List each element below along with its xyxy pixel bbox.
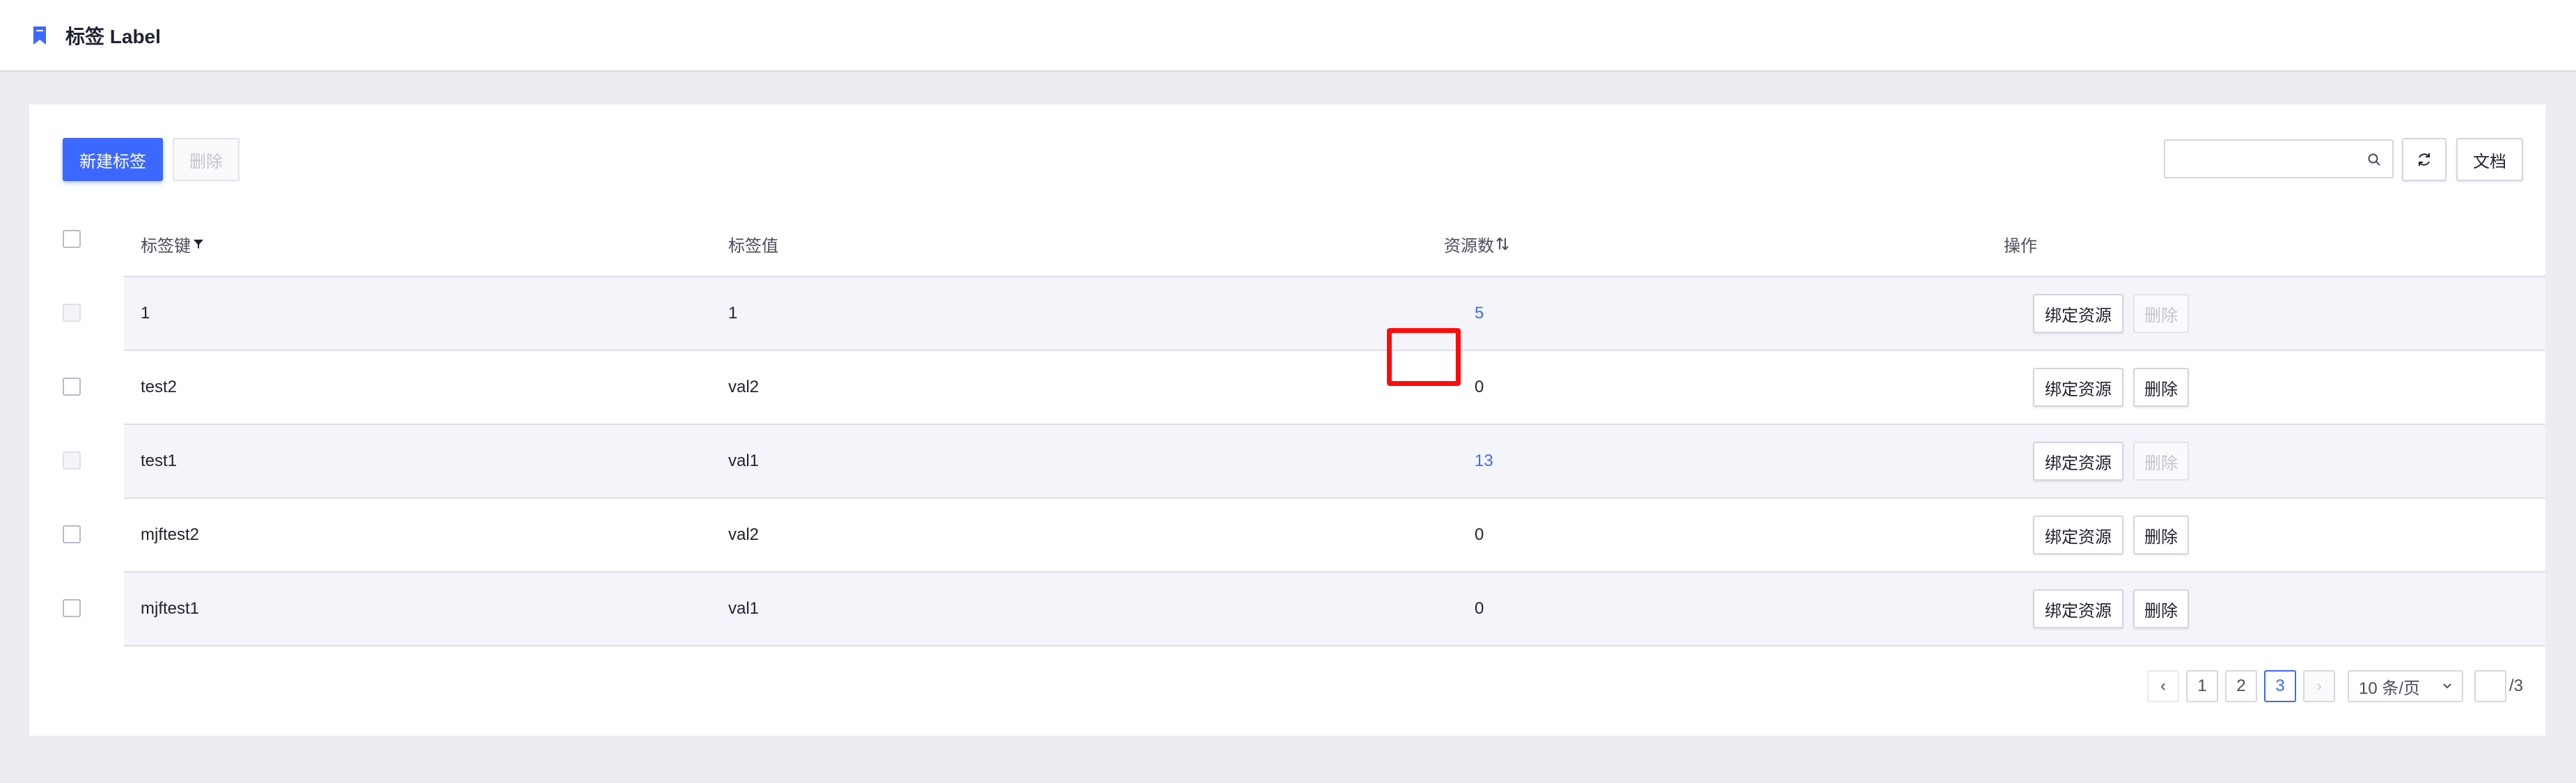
tag-value-cell: val1 — [728, 451, 760, 470]
bind-resource-button[interactable]: 绑定资源 — [2033, 515, 2123, 555]
row-checkbox[interactable] — [63, 599, 81, 617]
delete-row-button[interactable]: 删除 — [2133, 589, 2189, 628]
delete-row-button[interactable]: 删除 — [2133, 368, 2189, 407]
tag-key-cell: test1 — [141, 451, 178, 470]
tag-value-cell: val2 — [728, 378, 760, 396]
column-header-count[interactable]: 资源数 — [1444, 230, 1509, 258]
table-row: 1 1 5 绑定资源 删除 — [124, 277, 2545, 351]
search-icon[interactable] — [2367, 153, 2381, 166]
create-label-button[interactable]: 新建标签 — [63, 138, 163, 181]
row-checkbox[interactable] — [63, 378, 81, 396]
delete-row-button[interactable]: 删除 — [2133, 442, 2189, 481]
search-input[interactable] — [2165, 141, 2353, 177]
resource-count-cell: 0 — [1475, 378, 1484, 396]
row-checkbox[interactable] — [63, 304, 81, 322]
column-header-key[interactable]: 标签键 — [141, 230, 205, 258]
bind-resource-button[interactable]: 绑定资源 — [2033, 589, 2123, 628]
highlight-box — [1387, 328, 1461, 386]
batch-delete-button[interactable]: 删除 — [173, 138, 239, 181]
tag-value-cell: 1 — [728, 304, 738, 323]
pagination-page-2[interactable]: 2 — [2225, 670, 2257, 702]
select-all-checkbox[interactable] — [63, 230, 81, 248]
chevron-down-icon — [2443, 683, 2451, 689]
content-card: 新建标签 删除 文档 标签键 标签值 资源数 操作 1 1 5 绑定资源 删除 … — [29, 104, 2545, 736]
pagination-page-1[interactable]: 1 — [2186, 670, 2218, 702]
pagination-page-3[interactable]: 3 — [2264, 670, 2296, 702]
pagination-prev-button[interactable]: ‹ — [2147, 670, 2179, 702]
sort-icon[interactable] — [1495, 236, 1509, 251]
resource-count-cell[interactable]: 5 — [1475, 277, 1484, 350]
row-checkbox[interactable] — [63, 525, 81, 543]
tag-key-cell: mjftest1 — [141, 599, 200, 618]
search-box[interactable] — [2164, 139, 2394, 178]
table-row: mjftest2 val2 0 绑定资源 删除 — [124, 499, 2545, 573]
column-header-actions: 操作 — [2004, 236, 2037, 256]
column-header-value: 标签值 — [728, 236, 778, 256]
page-header: 标签 Label — [0, 0, 2576, 72]
bind-resource-button[interactable]: 绑定资源 — [2033, 368, 2123, 407]
table-row: mjftest1 val1 0 绑定资源 删除 — [124, 573, 2545, 646]
delete-row-button[interactable]: 删除 — [2133, 515, 2189, 555]
page-title: 标签 Label — [65, 25, 161, 47]
bookmark-icon — [33, 26, 46, 45]
page-jump-input[interactable] — [2474, 670, 2506, 702]
bind-resource-button[interactable]: 绑定资源 — [2033, 294, 2123, 333]
refresh-button[interactable] — [2402, 138, 2447, 181]
filter-icon[interactable] — [192, 237, 205, 251]
resource-count-cell: 0 — [1475, 525, 1484, 544]
tag-value-cell: val2 — [728, 525, 760, 544]
row-checkbox[interactable] — [63, 451, 81, 470]
tag-key-cell: mjftest2 — [141, 525, 200, 544]
refresh-icon — [2419, 153, 2430, 166]
bind-resource-button[interactable]: 绑定资源 — [2033, 442, 2123, 481]
docs-button[interactable]: 文档 — [2456, 138, 2523, 181]
pagination-total: /3 — [2509, 676, 2524, 695]
delete-row-button[interactable]: 删除 — [2133, 294, 2189, 333]
tag-key-cell: 1 — [141, 304, 150, 323]
table-row: test1 val1 13 绑定资源 删除 — [124, 425, 2545, 499]
resource-count-cell[interactable]: 13 — [1475, 425, 1493, 497]
tag-value-cell: val1 — [728, 599, 760, 618]
pagination-next-button[interactable]: › — [2303, 670, 2335, 702]
table-row: test2 val2 0 绑定资源 删除 — [124, 351, 2545, 425]
page-size-select[interactable]: 10 条/页 — [2348, 670, 2463, 702]
tag-key-cell: test2 — [141, 378, 178, 396]
resource-count-cell: 0 — [1475, 599, 1484, 618]
